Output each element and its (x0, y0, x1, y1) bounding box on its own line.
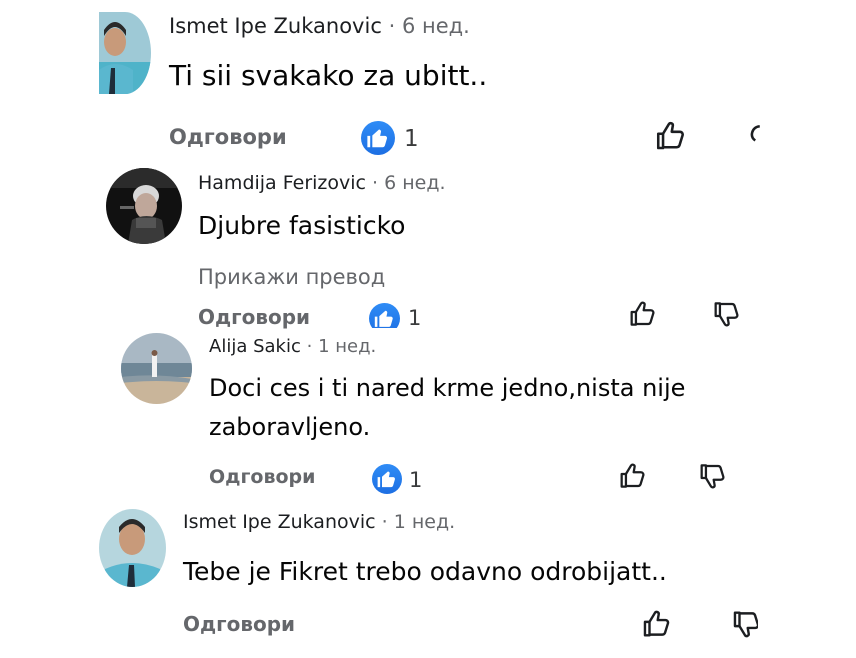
avatar[interactable] (121, 333, 192, 404)
see-translation-link[interactable]: Прикажи превод (198, 262, 385, 292)
author-name[interactable]: Hamdija Ferizovic · 6 нед. (198, 170, 446, 196)
comment-text-line-2: zaboravljeno. (209, 413, 371, 441)
thumbs-up-icon[interactable] (640, 607, 674, 641)
comment-text: Ti sii svakako za ubitt.. (169, 59, 488, 92)
timestamp[interactable]: 1 нед. (318, 336, 376, 357)
like-count: 1 (404, 126, 419, 152)
author-name[interactable]: Alija Sakic · 1 нед. (209, 334, 376, 360)
separator: · (372, 172, 379, 194)
comment-text: Djubre fasisticko (198, 211, 406, 240)
like-count: 1 (408, 306, 422, 330)
avatar[interactable] (106, 168, 182, 244)
avatar[interactable] (99, 12, 151, 94)
like-reaction-icon (369, 303, 400, 328)
like-reaction-icon (361, 121, 395, 155)
thumbs-down-icon[interactable] (697, 460, 729, 492)
separator: · (381, 511, 388, 533)
thumbs-up-icon[interactable] (653, 118, 689, 154)
reply-button[interactable]: Одговори (183, 609, 295, 639)
thumbs-up-icon[interactable] (617, 460, 649, 492)
timestamp[interactable]: 1 нед. (394, 511, 455, 533)
thumbs-up-icon[interactable] (627, 298, 659, 330)
like-reaction-icon (372, 464, 402, 494)
comment-text: Tebe je Fikret trebo odavno odrobijatt.. (183, 557, 667, 586)
timestamp[interactable]: 6 нед. (384, 172, 445, 194)
author-name[interactable]: Ismet Ipe Zukanovic · 1 нед. (183, 509, 455, 535)
avatar[interactable] (99, 509, 166, 587)
like-count: 1 (409, 468, 423, 492)
thumbs-down-icon[interactable] (711, 298, 743, 330)
separator: · (388, 14, 396, 38)
author-name[interactable]: Ismet Ipe Zukanovic · 6 нед. (169, 12, 470, 40)
reply-button[interactable]: Одговори (209, 463, 315, 491)
reply-button[interactable]: Одговори (169, 122, 287, 152)
reply-button[interactable]: Одговори (198, 303, 310, 331)
separator: · (306, 336, 313, 357)
timestamp[interactable]: 6 нед. (402, 14, 470, 38)
comment-text-line-1: Doci ces i ti nared krme jedno,nista nij… (209, 374, 686, 402)
thumbs-down-icon[interactable] (746, 118, 760, 154)
thumbs-down-icon[interactable] (730, 607, 758, 641)
